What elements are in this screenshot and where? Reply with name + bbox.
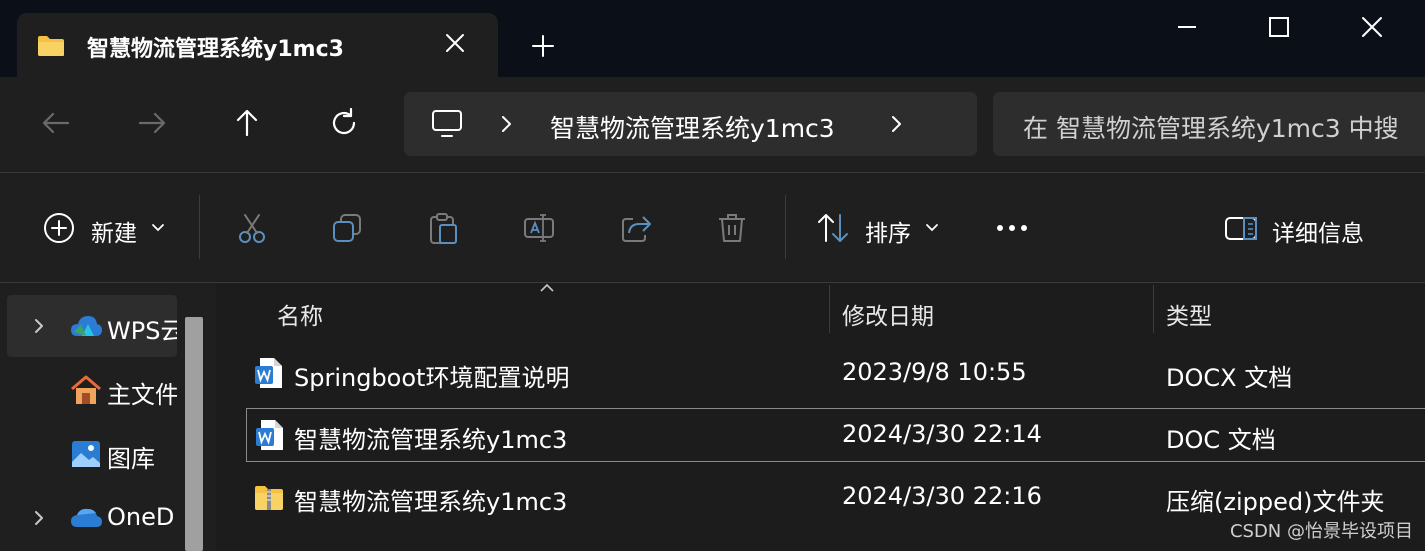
cloud-icon — [71, 316, 102, 336]
command-bar: 新建 排序 详细信息 — [0, 173, 1425, 282]
refresh-icon[interactable] — [326, 105, 362, 141]
gallery-icon — [72, 441, 100, 467]
paste-icon[interactable] — [426, 211, 460, 245]
close-icon[interactable] — [1357, 12, 1387, 42]
sort-ascending-icon — [540, 283, 554, 292]
sidebar-item-label: OneD — [107, 503, 175, 531]
arrow-left-icon[interactable] — [38, 105, 74, 141]
file-modified: 2024/3/30 22:14 — [842, 420, 1042, 448]
search-input[interactable]: 在 智慧物流管理系统y1mc3 中搜 — [993, 92, 1425, 156]
tab-current[interactable]: 智慧物流管理系统y1mc3 — [17, 13, 498, 77]
details-label: 详细信息 — [1272, 221, 1364, 247]
watermark: CSDN @怡景毕设项目 — [1229, 521, 1413, 542]
column-header-name[interactable]: 名称 — [277, 297, 323, 331]
divider — [785, 195, 786, 259]
sidebar-item-label: WPS云 — [107, 317, 177, 345]
word-doc-icon — [256, 420, 283, 450]
delete-icon[interactable] — [715, 211, 749, 245]
divider — [199, 195, 200, 259]
chevron-right-icon[interactable] — [496, 114, 516, 134]
maximize-icon[interactable] — [1264, 12, 1294, 42]
home-icon — [71, 375, 101, 404]
chevron-down-icon — [926, 224, 938, 232]
file-type: 压缩(zipped)文件夹 — [1166, 488, 1385, 516]
chevron-right-icon[interactable] — [886, 114, 906, 134]
navigation-pane: WPS云 主文件 图库 OneD — [0, 283, 216, 551]
minimize-icon[interactable] — [1172, 12, 1202, 42]
column-header-modified[interactable]: 修改日期 — [842, 297, 934, 331]
close-tab-icon[interactable] — [442, 30, 468, 56]
file-name: 智慧物流管理系统y1mc3 — [294, 488, 568, 516]
navigation-bar: 智慧物流管理系统y1mc3 在 智慧物流管理系统y1mc3 中搜 — [0, 77, 1425, 172]
tab-title: 智慧物流管理系统y1mc3 — [87, 37, 344, 62]
zip-folder-icon — [255, 486, 283, 510]
breadcrumb-segment[interactable]: 智慧物流管理系统y1mc3 — [550, 109, 835, 145]
share-icon[interactable] — [619, 211, 653, 245]
file-type: DOCX 文档 — [1166, 364, 1293, 392]
rename-icon[interactable] — [522, 211, 556, 245]
table-row[interactable]: 智慧物流管理系统y1mc3 2024/3/30 22:14 DOC 文档 — [246, 408, 1425, 462]
arrow-right-icon[interactable] — [134, 105, 170, 141]
new-label: 新建 — [91, 221, 137, 247]
search-placeholder: 在 智慧物流管理系统y1mc3 中搜 — [1023, 114, 1399, 143]
sidebar-item-home[interactable]: 主文件 — [7, 359, 177, 421]
add-circle-icon — [44, 213, 74, 243]
sidebar-item-onedrive[interactable]: OneD — [7, 487, 177, 549]
file-name: 智慧物流管理系统y1mc3 — [294, 426, 568, 454]
cut-icon[interactable] — [235, 211, 269, 245]
address-bar[interactable]: 智慧物流管理系统y1mc3 — [404, 92, 977, 156]
sort-icon — [818, 214, 848, 242]
file-type: DOC 文档 — [1166, 426, 1276, 454]
chevron-down-icon — [152, 224, 164, 232]
file-name: Springboot环境配置说明 — [294, 364, 570, 392]
sidebar-item-gallery[interactable]: 图库 — [7, 423, 177, 485]
chevron-right-icon[interactable] — [31, 317, 47, 335]
sort-label: 排序 — [865, 221, 911, 247]
column-divider[interactable] — [829, 285, 830, 333]
table-row[interactable]: Springboot环境配置说明 2023/9/8 10:55 DOCX 文档 — [246, 347, 1425, 401]
scrollbar-thumb[interactable] — [185, 317, 203, 551]
folder-icon — [38, 36, 64, 56]
monitor-icon[interactable] — [431, 108, 463, 140]
file-list: 名称 修改日期 类型 Springboot环境配置说明 2023/9/8 10:… — [216, 283, 1425, 551]
sidebar-item-label: 主文件 — [107, 381, 177, 409]
chevron-right-icon[interactable] — [31, 509, 47, 527]
plus-icon[interactable] — [530, 33, 556, 59]
copy-icon[interactable] — [330, 211, 364, 245]
onedrive-icon — [71, 508, 102, 527]
column-header-type[interactable]: 类型 — [1166, 297, 1212, 331]
sidebar-item-label: 图库 — [107, 445, 155, 473]
word-doc-icon — [255, 358, 282, 388]
arrow-up-icon[interactable] — [229, 105, 265, 141]
file-modified: 2023/9/8 10:55 — [842, 358, 1027, 386]
column-divider[interactable] — [1153, 285, 1154, 333]
sidebar-item-wps-cloud[interactable]: WPS云 — [7, 295, 177, 357]
file-modified: 2024/3/30 22:16 — [842, 482, 1042, 510]
title-bar: 智慧物流管理系统y1mc3 — [0, 0, 1425, 77]
more-icon[interactable] — [995, 211, 1029, 245]
details-pane-icon — [1225, 217, 1257, 240]
